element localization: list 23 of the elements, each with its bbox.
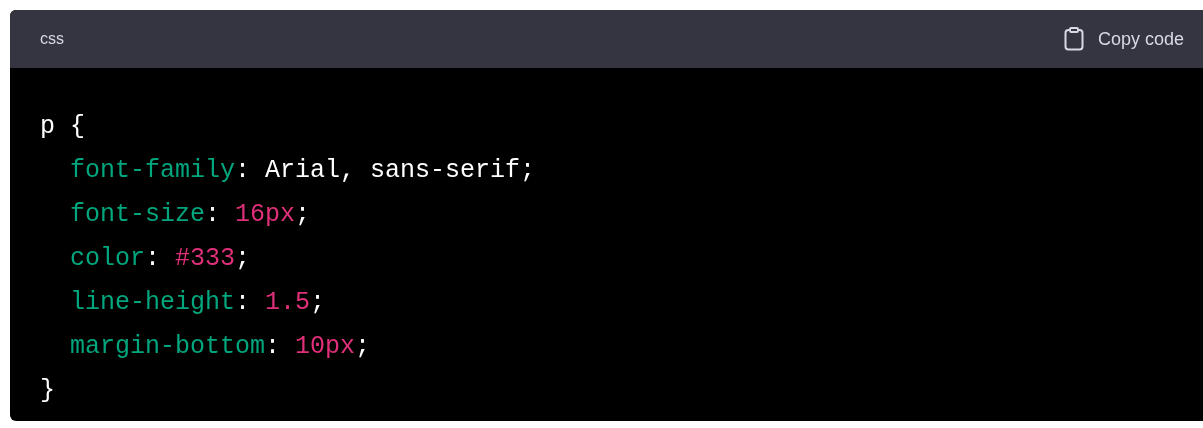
code-text: :	[265, 331, 282, 363]
code-text: p {	[40, 111, 85, 143]
language-label: css	[40, 30, 64, 48]
code-number: 10px	[295, 331, 356, 363]
code-property: color	[70, 243, 145, 275]
code-text: ;	[295, 199, 311, 231]
code-text: }	[40, 375, 55, 407]
code-property: margin-bottom	[70, 331, 266, 363]
code-number: 1.5	[265, 287, 311, 319]
code-text: ;	[310, 287, 326, 319]
code-text: :	[205, 199, 222, 231]
code-number: 16px	[235, 199, 296, 231]
code-number: #333	[175, 243, 236, 275]
code-property: line-height	[70, 287, 236, 319]
code-text: ;	[235, 243, 251, 275]
clipboard-icon	[1063, 27, 1084, 51]
code-text: :	[145, 243, 162, 275]
copy-code-button[interactable]: Copy code	[1063, 27, 1184, 51]
code-property: font-size	[70, 199, 206, 231]
code-text: ;	[355, 331, 371, 363]
code-text: :	[235, 287, 252, 319]
code-property: font-family	[70, 155, 236, 187]
code-text: : Arial, sans-serif;	[235, 155, 536, 187]
